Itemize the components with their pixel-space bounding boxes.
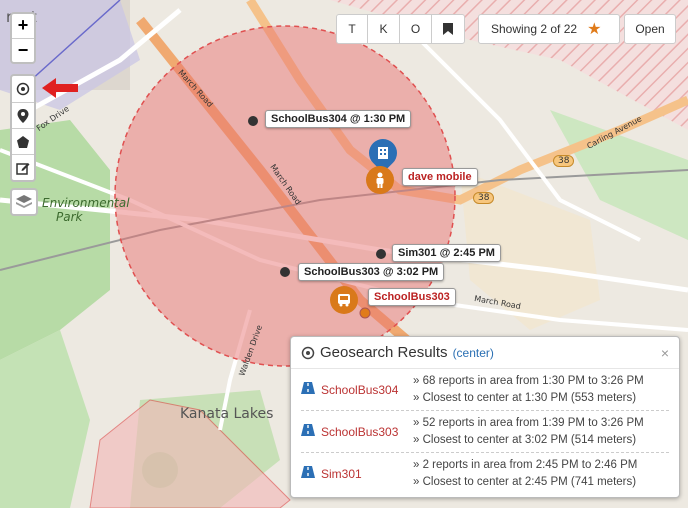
bus-icon: [338, 294, 350, 307]
zoom-out-button[interactable]: −: [12, 38, 34, 62]
marker-label-sim301[interactable]: Sim301 @ 2:45 PM: [392, 244, 501, 262]
result-row[interactable]: SchoolBus303 » 52 reports in area from 1…: [301, 411, 669, 453]
result-closest: » Closest to center at 3:02 PM (514 mete…: [413, 433, 637, 446]
toolbar-k-button[interactable]: K: [367, 14, 400, 44]
toolbar-o-button[interactable]: O: [399, 14, 432, 44]
panel-title: Geosearch Results: [320, 344, 448, 361]
result-reports: » 2 reports in area from 2:45 PM to 2:46…: [413, 459, 638, 471]
person-icon: [376, 172, 384, 188]
park-label: Environmental: [42, 196, 130, 210]
result-name[interactable]: Sim301: [321, 467, 413, 481]
result-closest: » Closest to center at 1:30 PM (553 mete…: [413, 391, 637, 404]
road-icon: [301, 381, 321, 399]
open-button[interactable]: Open: [624, 14, 676, 44]
result-row[interactable]: SchoolBus304 » 68 reports in area from 1…: [301, 369, 669, 411]
draw-circle-button[interactable]: [12, 76, 34, 102]
edit-button[interactable]: [12, 154, 34, 180]
bus-marker[interactable]: [330, 286, 358, 314]
star-icon: ★: [587, 21, 602, 38]
toolbar-t-button[interactable]: T: [336, 14, 368, 44]
person-marker[interactable]: [366, 166, 394, 194]
marker-label-schoolbus304[interactable]: SchoolBus304 @ 1:30 PM: [265, 110, 412, 128]
zoom-in-button[interactable]: +: [12, 14, 34, 38]
target-circle-icon: [16, 82, 30, 96]
geosearch-results-panel: Geosearch Results (center) × SchoolBus30…: [290, 336, 680, 498]
result-reports: » 68 reports in area from 1:30 PM to 3:2…: [413, 374, 644, 387]
marker-label-dave-mobile[interactable]: dave mobile: [402, 168, 478, 186]
building-icon: [378, 147, 388, 159]
location-dot[interactable]: [248, 116, 258, 126]
draw-toolbar: [10, 74, 36, 182]
draw-polygon-button[interactable]: [12, 128, 34, 154]
center-link[interactable]: (center): [453, 346, 494, 360]
road-icon: [301, 465, 321, 483]
result-name[interactable]: SchoolBus304: [321, 383, 413, 397]
map-canvas[interactable]: rant Environmental Park Kanata Lakes Mar…: [0, 0, 688, 508]
place-label-kanata-lakes: Kanata Lakes: [180, 406, 274, 422]
panel-header: Geosearch Results (center) ×: [291, 337, 679, 369]
route-shield: 38: [473, 192, 495, 204]
bookmark-button[interactable]: [431, 14, 465, 44]
showing-text: Showing 2 of 22: [491, 22, 578, 36]
park-label: Park: [56, 210, 83, 224]
result-closest: » Closest to center at 2:45 PM (741 mete…: [413, 476, 637, 488]
close-icon[interactable]: ×: [661, 345, 669, 361]
showing-count[interactable]: Showing 2 of 22 ★: [478, 14, 620, 44]
road-icon: [301, 423, 321, 441]
target-circle-icon: [301, 346, 315, 359]
layers-button[interactable]: [10, 188, 38, 216]
location-dot[interactable]: [280, 267, 290, 277]
result-reports: » 52 reports in area from 1:39 PM to 3:2…: [413, 416, 644, 429]
pentagon-icon: [17, 135, 29, 148]
red-arrow-icon: [42, 78, 78, 98]
search-area-circle: [114, 25, 456, 367]
location-dot[interactable]: [376, 249, 386, 259]
layers-icon: [16, 195, 32, 208]
draw-marker-button[interactable]: [12, 102, 34, 128]
map-marker-icon: [17, 108, 29, 123]
bookmark-icon: [443, 23, 453, 35]
marker-label-schoolbus303-time[interactable]: SchoolBus303 @ 3:02 PM: [298, 263, 445, 281]
edit-icon: [16, 162, 30, 175]
marker-label-schoolbus303[interactable]: SchoolBus303: [368, 288, 456, 306]
result-name[interactable]: SchoolBus303: [321, 425, 413, 439]
result-row[interactable]: Sim301 » 2 reports in area from 2:45 PM …: [301, 453, 669, 495]
zoom-control: + −: [10, 12, 36, 64]
route-shield: 38: [553, 155, 575, 167]
